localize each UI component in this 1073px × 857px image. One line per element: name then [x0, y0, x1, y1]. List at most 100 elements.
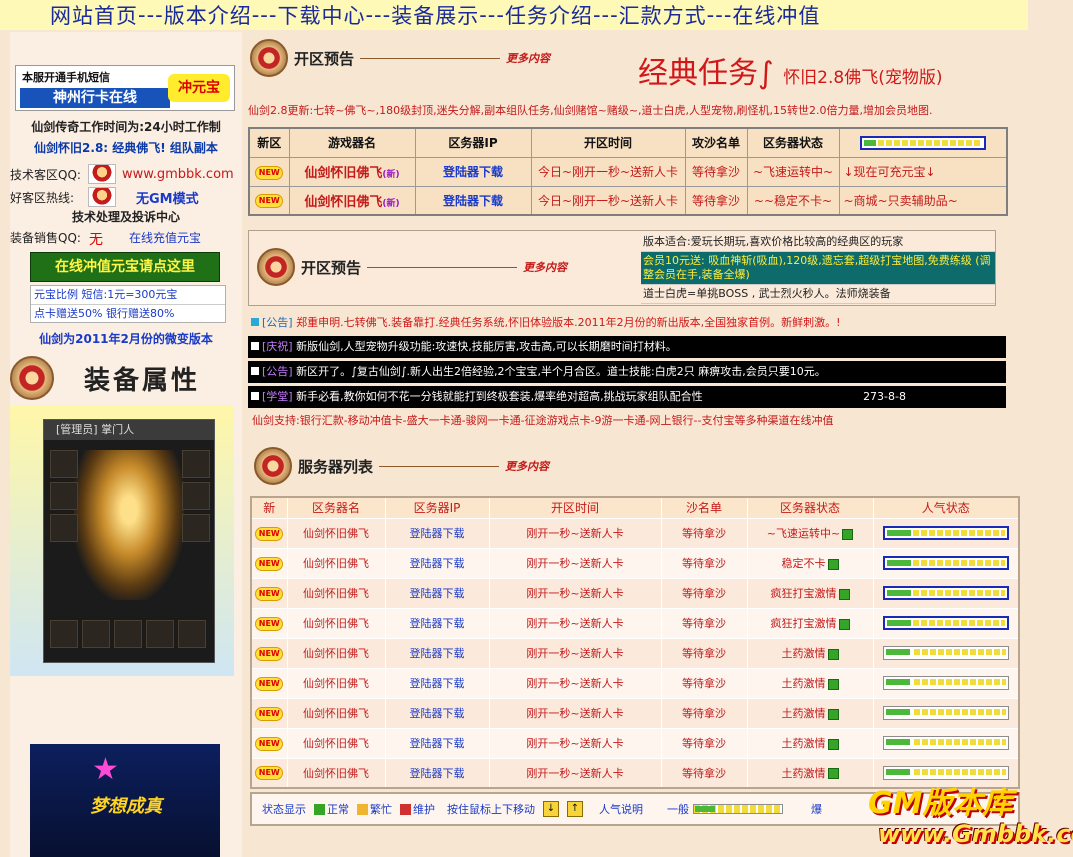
server-state-text: 土药激情: [781, 647, 826, 660]
scroll-up-button[interactable]: ↑: [567, 801, 583, 817]
popularity-track: [913, 679, 1006, 685]
server-name[interactable]: 仙剑怀旧佛飞(新): [288, 156, 416, 187]
server-state: 土药激情: [746, 757, 874, 789]
gmbbk-watermark: GM版本库 www.Gmbbk.com: [858, 778, 1073, 857]
ratio-box: 元宝比例 短信:1元=300元宝 点卡赠送50% 银行赠送80%: [30, 285, 226, 323]
nav-quests[interactable]: 任务介绍: [505, 0, 593, 30]
download-link[interactable]: 登陆器下载: [384, 697, 490, 729]
server-name[interactable]: 仙剑怀旧佛飞: [286, 757, 386, 789]
table-row[interactable]: NEW 仙剑怀旧佛飞(新) 登陆器下载 今日~刚开一秒~送新人卡 等待拿沙 ~~…: [248, 185, 1008, 216]
version-notes: 版本适合:爱玩长期玩,喜欢价格比较高的经典区的玩家 会员10元送: 吸血神斩(吸…: [641, 233, 995, 304]
download-link[interactable]: 登陆器下载: [384, 577, 490, 609]
server-name[interactable]: 仙剑怀旧佛飞: [286, 517, 386, 549]
server-state-text: 土药激情: [781, 677, 826, 690]
sand-list: 等待拿沙: [660, 667, 748, 699]
table-row[interactable]: NEW 仙剑怀旧佛飞 登陆器下载 刚开一秒~送新人卡 等待拿沙 疯狂打宝激情: [250, 607, 1020, 639]
classic-title-main: 经典任务∫: [638, 56, 774, 91]
server-name[interactable]: 仙剑怀旧佛飞: [286, 637, 386, 669]
nav-equipment[interactable]: 装备展示: [391, 0, 479, 30]
qq-avatar-icon[interactable]: [88, 164, 116, 184]
nav-payment[interactable]: 汇款方式: [619, 0, 707, 30]
more-link[interactable]: 更多内容: [506, 50, 550, 66]
version-line: 仙剑怀旧2.8: 经典佛飞! 组队副本: [34, 141, 218, 155]
legend-pop-label: 人气说明: [599, 803, 643, 816]
tech-qq-label: 技术客区QQ:: [10, 167, 81, 182]
legend-label: 状态显示: [262, 803, 306, 816]
nav-separator: ---: [706, 3, 733, 27]
new-badge: NEW: [255, 556, 284, 571]
nav-recharge[interactable]: 在线冲值: [732, 0, 820, 30]
server-state-text: 疯狂打宝激情: [770, 617, 837, 630]
maintenance-icon: [400, 803, 411, 815]
popularity-bar: [882, 556, 1009, 570]
equip-slot: [182, 514, 210, 542]
dream-ad-banner[interactable]: ★ 梦想成真: [30, 744, 220, 857]
new-badge: NEW: [255, 646, 284, 661]
support-center: 技术处理及投诉中心: [71, 210, 180, 224]
section-header-open-preview-2: 开区预告 更多内容: [257, 245, 567, 289]
server-name[interactable]: 仙剑怀旧佛飞: [286, 667, 386, 699]
server-state-text: 土药激情: [781, 737, 826, 750]
left-sidebar: 本服开通手机短信 神州行卡在线 冲元宝 仙剑传奇工作时间为:24小时工作制 仙剑…: [10, 32, 242, 857]
server-state: 疯狂打宝激情: [746, 577, 874, 609]
more-link[interactable]: 更多内容: [505, 458, 549, 474]
recharge-link[interactable]: 在线充值元宝: [129, 229, 201, 249]
download-link[interactable]: 登陆器下载: [384, 757, 490, 789]
download-link[interactable]: 登陆器下载: [384, 517, 490, 549]
new-badge-cell: NEW: [248, 156, 290, 187]
download-link[interactable]: 登陆器下载: [384, 547, 490, 579]
normal-icon: [314, 803, 325, 815]
announcement-marquee: [公告] 郑重申明.七转佛飞.装备靠打.经典任务系统,怀旧体验版本.2011年2…: [248, 312, 1006, 334]
server-state: 土药激情: [746, 667, 874, 699]
server-name[interactable]: 仙剑怀旧佛飞(新): [288, 185, 416, 216]
table-row[interactable]: NEW 仙剑怀旧佛飞 登陆器下载 刚开一秒~送新人卡 等待拿沙 疯狂打宝激情: [250, 577, 1020, 609]
popularity-bar: [882, 676, 1009, 690]
equip-slot: [114, 620, 142, 648]
table-row[interactable]: NEW 仙剑怀旧佛飞 登陆器下载 刚开一秒~送新人卡 等待拿沙 ~飞速运转中~: [250, 517, 1020, 549]
legend-maintenance: 维护: [413, 803, 435, 816]
table-row[interactable]: NEW 仙剑怀旧佛飞 登陆器下载 刚开一秒~送新人卡 等待拿沙 土药激情: [250, 697, 1020, 729]
download-link[interactable]: 登陆器下载: [384, 727, 490, 759]
classic-title: 经典任务∫ 怀旧2.8佛飞(宠物版): [638, 48, 943, 92]
popularity-cell: [872, 607, 1020, 639]
popularity-track: [877, 140, 982, 146]
table-row[interactable]: NEW 仙剑怀旧佛飞 登陆器下载 刚开一秒~送新人卡 等待拿沙 土药激情: [250, 667, 1020, 699]
scroll-down-button[interactable]: ↓: [543, 801, 559, 817]
server-name[interactable]: 仙剑怀旧佛飞: [286, 577, 386, 609]
download-link[interactable]: 登陆器下载: [384, 607, 490, 639]
new-badge-cell: NEW: [250, 727, 288, 759]
download-link[interactable]: 登陆器下载: [384, 637, 490, 669]
new-badge-cell: NEW: [250, 517, 288, 549]
banner-badge: 冲元宝: [168, 74, 230, 102]
nav-version[interactable]: 版本介绍: [164, 0, 252, 30]
page: 网站首页 --- 版本介绍 --- 下载中心 --- 装备展示 --- 任务介绍 --- …: [0, 0, 1073, 857]
online-recharge-button[interactable]: 在线冲值元宝请点这里: [30, 252, 220, 282]
qq-avatar-icon[interactable]: [88, 187, 116, 207]
dragon-emblem-icon: [254, 447, 292, 485]
monitor-icon: [827, 768, 839, 780]
table-row[interactable]: NEW 仙剑怀旧佛飞 登陆器下载 刚开一秒~送新人卡 等待拿沙 稳定不卡: [250, 547, 1020, 579]
site-link[interactable]: www.gmbbk.com: [122, 167, 234, 182]
download-link[interactable]: 登陆器下载: [414, 185, 532, 216]
member-note: 会员10元送: 吸血神斩(吸血),120级,遗忘套,超级打宝地图,免费练级 (调…: [641, 252, 995, 285]
ann-tag: [庆祝]: [262, 340, 293, 353]
server-name[interactable]: 仙剑怀旧佛飞: [286, 607, 386, 639]
table-row[interactable]: NEW 仙剑怀旧佛飞(新) 登陆器下载 今日~刚开一秒~送新人卡 等待拿沙 ~飞…: [248, 156, 1008, 187]
download-link[interactable]: 登陆器下载: [384, 667, 490, 699]
open-time: 今日~刚开一秒~送新人卡: [530, 185, 686, 216]
nav-separator: ---: [479, 3, 505, 27]
nav-home[interactable]: 网站首页: [50, 0, 138, 30]
equip-slot: [50, 514, 78, 542]
server-name[interactable]: 仙剑怀旧佛飞: [286, 697, 386, 729]
more-link[interactable]: 更多内容: [523, 259, 567, 275]
server-name[interactable]: 仙剑怀旧佛飞: [286, 727, 386, 759]
table-row[interactable]: NEW 仙剑怀旧佛飞 登陆器下载 刚开一秒~送新人卡 等待拿沙 土药激情: [250, 727, 1020, 759]
popularity-track: [912, 530, 1005, 536]
nav-download[interactable]: 下载中心: [277, 0, 365, 30]
sms-banner[interactable]: 本服开通手机短信 神州行卡在线 冲元宝: [15, 65, 235, 111]
popularity-fill: [885, 739, 910, 745]
download-link[interactable]: 登陆器下载: [414, 156, 532, 187]
table-row[interactable]: NEW 仙剑怀旧佛飞 登陆器下载 刚开一秒~送新人卡 等待拿沙 土药激情: [250, 637, 1020, 669]
server-name[interactable]: 仙剑怀旧佛飞: [286, 547, 386, 579]
monitor-icon: [838, 618, 850, 630]
